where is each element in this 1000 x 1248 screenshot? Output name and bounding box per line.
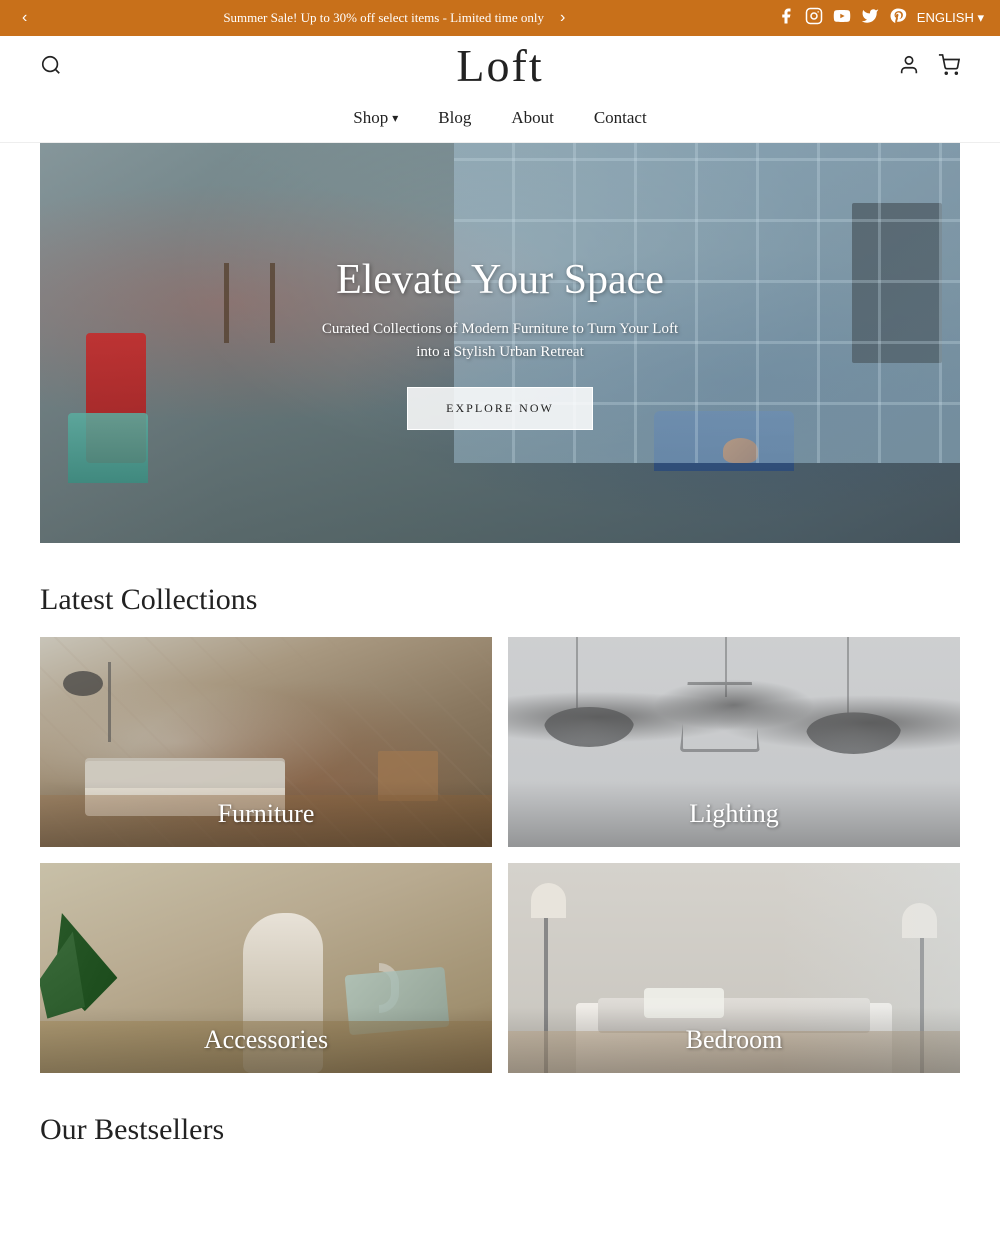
main-content: Latest Collections Furniture: [0, 583, 1000, 1227]
bestsellers-title: Our Bestsellers: [40, 1113, 960, 1147]
pinterest-icon[interactable]: [889, 7, 907, 30]
social-links:  ENGLISH ▾: [761, 7, 984, 30]
announcement-text: Summer Sale! Up to 30% off select items …: [223, 10, 544, 26]
search-button[interactable]: [40, 54, 62, 76]
account-button[interactable]: [898, 54, 920, 76]
accessories-label: Accessories: [40, 1007, 492, 1073]
collection-furniture[interactable]: Furniture: [40, 637, 492, 847]
hero-content: Elevate Your Space Curated Collections o…: [310, 256, 690, 430]
explore-button[interactable]: EXPLORE NOW: [407, 387, 593, 430]
announcement-center: Summer Sale! Up to 30% off select items …: [33, 9, 761, 27]
nav-about[interactable]: About: [511, 108, 554, 128]
shop-chevron-icon: ▾: [392, 111, 398, 126]
announcement-bar: ‹ Summer Sale! Up to 30% off select item…: [0, 0, 1000, 36]
language-selector[interactable]: ENGLISH ▾: [917, 10, 984, 26]
bestsellers-placeholder: [40, 1167, 960, 1227]
facebook-icon[interactable]: : [761, 7, 794, 30]
hero-title: Elevate Your Space: [310, 256, 690, 304]
header-right: [898, 54, 960, 76]
nav-blog[interactable]: Blog: [438, 108, 471, 128]
header-left: [40, 54, 62, 76]
collection-accessories[interactable]: Accessories: [40, 863, 492, 1073]
hero-background: Elevate Your Space Curated Collections o…: [40, 143, 960, 543]
collections-grid: Furniture Lighting: [40, 637, 960, 1073]
furniture-label: Furniture: [40, 781, 492, 847]
announcement-prev-button[interactable]: ‹: [16, 9, 33, 27]
bedroom-label: Bedroom: [508, 1007, 960, 1073]
nav-shop[interactable]: Shop ▾: [353, 108, 398, 128]
youtube-icon[interactable]: [833, 7, 851, 30]
nav-contact[interactable]: Contact: [594, 108, 647, 128]
lighting-label: Lighting: [508, 781, 960, 847]
header: Loft: [0, 36, 1000, 94]
latest-collections-title: Latest Collections: [40, 583, 960, 617]
site-logo[interactable]: Loft: [456, 39, 543, 92]
twitter-icon[interactable]: [861, 7, 879, 30]
collection-bedroom[interactable]: Bedroom: [508, 863, 960, 1073]
hero-section: Elevate Your Space Curated Collections o…: [40, 143, 960, 543]
collection-lighting[interactable]: Lighting: [508, 637, 960, 847]
hero-wrapper: Elevate Your Space Curated Collections o…: [0, 143, 1000, 543]
announcement-next-button[interactable]: ›: [554, 9, 571, 27]
main-nav: Shop ▾ Blog About Contact: [0, 94, 1000, 143]
hero-subtitle: Curated Collections of Modern Furniture …: [310, 318, 690, 363]
cart-button[interactable]: [938, 54, 960, 76]
instagram-icon[interactable]: [805, 7, 823, 30]
